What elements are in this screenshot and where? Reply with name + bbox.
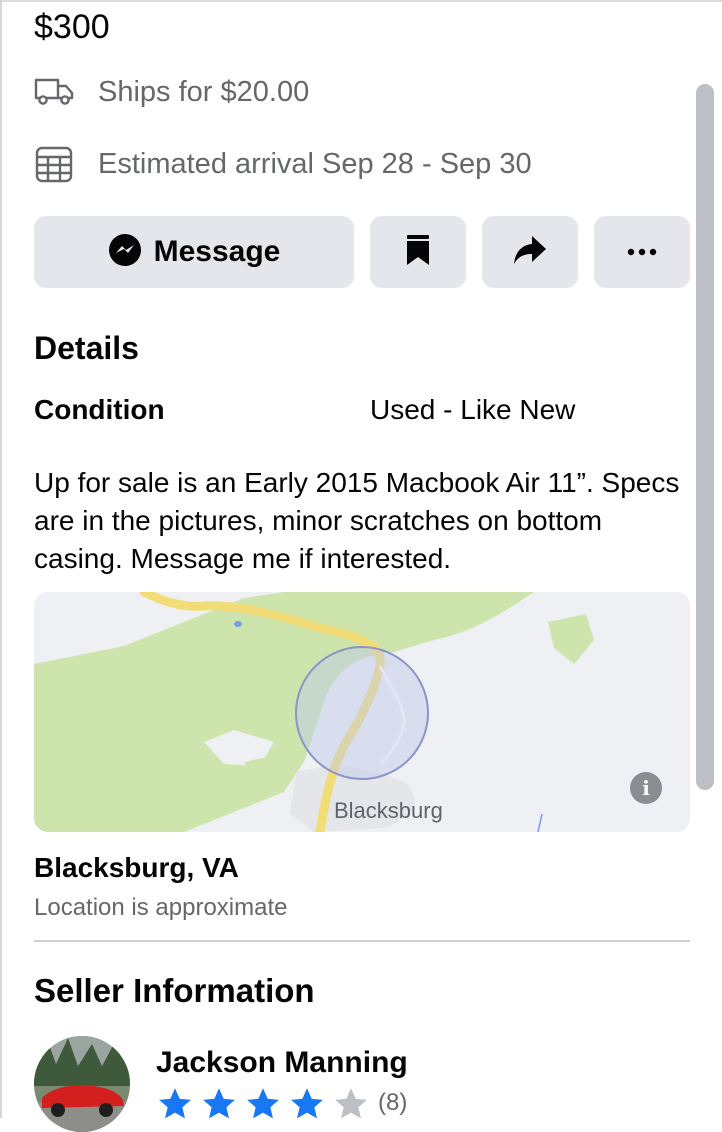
calendar-icon: [34, 144, 74, 184]
share-button[interactable]: [482, 216, 578, 288]
location-name: Blacksburg, VA: [34, 852, 239, 883]
window-left-border: [0, 0, 2, 1118]
bookmark-icon: [406, 234, 430, 271]
more-icon: [627, 243, 657, 261]
scrollbar-thumb[interactable]: [696, 84, 714, 790]
listing-description: Up for sale is an Early 2015 Macbook Air…: [34, 467, 680, 574]
details-heading: Details: [34, 330, 139, 366]
star-filled-icon: [291, 1088, 323, 1119]
seller-name[interactable]: Jackson Manning: [156, 1046, 408, 1080]
shipping-row: Ships for $20.00: [34, 72, 309, 112]
message-button-label: Message: [153, 235, 281, 268]
shipping-text: Ships for $20.00: [98, 75, 310, 108]
section-divider: [34, 940, 690, 942]
star-filled-icon: [203, 1088, 235, 1119]
rating-count[interactable]: (8): [378, 1089, 407, 1117]
star-empty-icon: [335, 1088, 367, 1119]
map-info-icon[interactable]: i: [630, 772, 662, 804]
star-filled-icon: [247, 1088, 279, 1119]
condition-label: Condition: [34, 394, 165, 425]
star-filled-icon: [159, 1088, 191, 1119]
window-top-border: [0, 0, 722, 2]
map-graphic: [34, 592, 690, 832]
truck-icon: [34, 72, 74, 112]
more-options-button[interactable]: [594, 216, 690, 288]
condition-value: Used - Like New: [370, 394, 576, 425]
save-button[interactable]: [370, 216, 466, 288]
message-button[interactable]: Message: [34, 216, 354, 288]
map-place-label: Blacksburg: [334, 798, 443, 823]
seller-rating: (8): [156, 1086, 407, 1120]
arrival-text: Estimated arrival Sep 28 - Sep 30: [98, 147, 532, 180]
arrival-row: Estimated arrival Sep 28 - Sep 30: [34, 144, 532, 184]
seller-heading: Seller Information: [34, 972, 315, 1009]
location-note: Location is approximate: [34, 894, 288, 921]
listing-price: $300: [34, 8, 110, 46]
rating-stars: [156, 1086, 376, 1120]
location-map[interactable]: Blacksburg i: [34, 592, 690, 832]
messenger-icon: [108, 233, 142, 272]
share-icon: [512, 234, 548, 271]
